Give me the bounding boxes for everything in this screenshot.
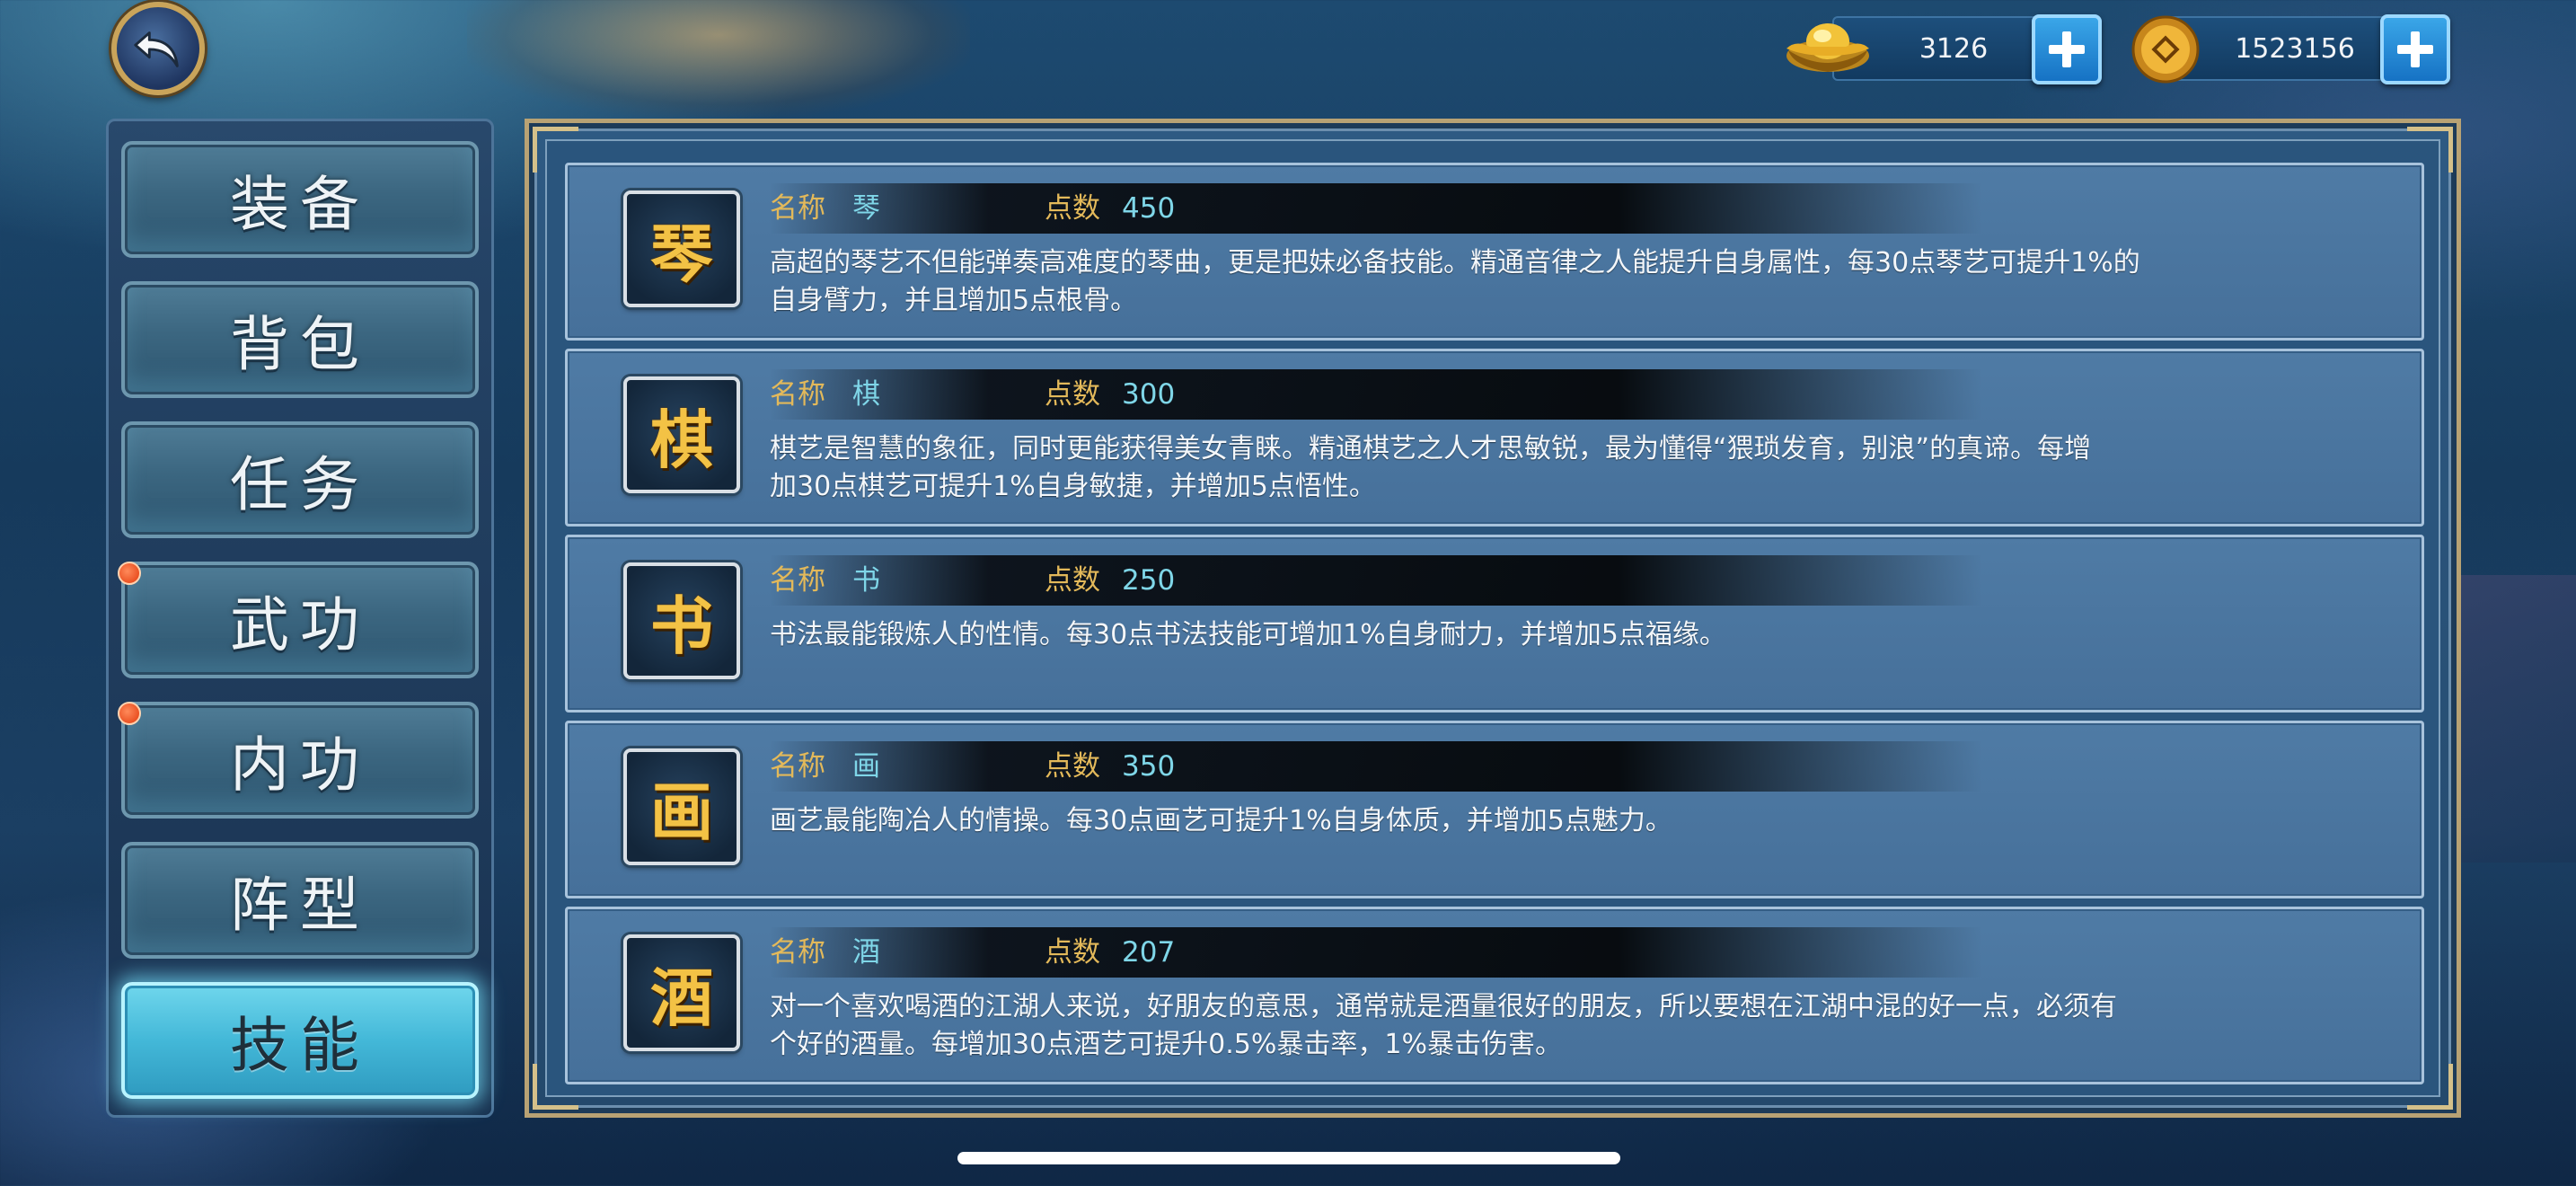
skill-icon-shu: 书	[623, 562, 740, 679]
tab-label: 装备	[230, 170, 370, 239]
tab-label: 技能	[230, 1011, 370, 1080]
skill-name: 棋	[852, 378, 880, 411]
skill-points: 300	[1122, 378, 1176, 411]
skill-header: 名称 酒 点数 207	[770, 927, 1982, 978]
skill-name: 书	[852, 564, 880, 597]
tab-label: 阵型	[230, 871, 370, 940]
skill-header: 名称 书 点数 250	[770, 555, 1982, 606]
skill-row-hua[interactable]: 画 名称 画 点数 350 画艺最能陶冶人的情操。每30点画艺可提升1%自身体质…	[565, 721, 2424, 898]
skill-row-qi[interactable]: 棋 名称 棋 点数 300 棋艺是智慧的象征，同时更能获得美女青睐。精通棋艺之人…	[565, 349, 2424, 527]
skill-row-shu[interactable]: 书 名称 书 点数 250 书法最能锻炼人的性情。每30点书法技能可增加1%自身…	[565, 535, 2424, 712]
back-arrow-icon	[134, 31, 179, 67]
skill-icon-qin: 琴	[623, 190, 740, 307]
plus-icon	[2397, 31, 2433, 67]
skill-description: 书法最能锻炼人的性情。每30点书法技能可增加1%自身耐力，并增加5点福缘。	[770, 619, 1726, 651]
name-label: 名称	[770, 750, 825, 783]
skill-name: 琴	[852, 192, 880, 225]
skill-points: 207	[1122, 936, 1176, 969]
skill-icon-hua: 画	[623, 748, 740, 865]
add-gold-button[interactable]	[2032, 14, 2102, 84]
notification-dot	[118, 562, 141, 585]
tab-label: 内功	[230, 730, 370, 800]
tab-inner-power[interactable]: 内功	[118, 702, 479, 819]
skill-points: 250	[1122, 564, 1176, 597]
back-button[interactable]	[111, 2, 205, 95]
skill-header: 名称 琴 点数 450	[770, 183, 1982, 234]
coin-amount: 1523156	[2235, 32, 2355, 65]
skill-description: 高超的琴艺不但能弹奏高难度的琴曲，更是把妹必备技能。精通音律之人能提升自身属性，…	[770, 247, 2140, 316]
points-label: 点数	[1045, 750, 1100, 783]
notification-dot	[118, 702, 141, 725]
tab-skills[interactable]: 技能	[121, 982, 479, 1099]
tab-label: 武功	[230, 590, 370, 659]
tab-quests[interactable]: 任务	[121, 421, 479, 538]
skill-header: 名称 棋 点数 300	[770, 369, 1982, 420]
skill-row-qin[interactable]: 琴 名称 琴 点数 450 高超的琴艺不但能弹奏高难度的琴曲，更是把妹必备技能。…	[565, 163, 2424, 341]
gold-ingot-icon	[1786, 23, 1869, 72]
tab-label: 背包	[230, 310, 370, 379]
tab-backpack[interactable]: 背包	[121, 281, 479, 398]
points-label: 点数	[1045, 936, 1100, 969]
skill-name: 画	[852, 750, 880, 783]
background-roof-glow	[467, 0, 970, 117]
tab-label: 任务	[230, 450, 370, 519]
gold-amount: 3126	[1919, 32, 1989, 65]
skill-points: 450	[1122, 192, 1176, 225]
name-label: 名称	[770, 936, 825, 969]
points-label: 点数	[1045, 564, 1100, 597]
copper-coin-icon	[2131, 15, 2200, 84]
skill-points: 350	[1122, 750, 1176, 783]
tab-martial-arts[interactable]: 武功	[118, 562, 479, 678]
skill-header: 名称 画 点数 350	[770, 741, 1982, 792]
skill-icon-qi: 棋	[623, 376, 740, 493]
name-label: 名称	[770, 564, 825, 597]
skill-name: 酒	[852, 936, 880, 969]
tab-equipment[interactable]: 装备	[121, 141, 479, 258]
category-sidebar: 装备 背包 任务 武功 内功 阵型 技能	[106, 119, 494, 1118]
name-label: 名称	[770, 378, 825, 411]
skill-description: 对一个喜欢喝酒的江湖人来说，好朋友的意思，通常就是酒量很好的朋友，所以要想在江湖…	[770, 991, 2117, 1060]
skill-icon-jiu: 酒	[623, 934, 740, 1051]
skill-description: 棋艺是智慧的象征，同时更能获得美女青睐。精通棋艺之人才思敏锐，最为懂得“猥琐发育…	[770, 433, 2092, 502]
name-label: 名称	[770, 192, 825, 225]
home-indicator[interactable]	[957, 1152, 1620, 1164]
skill-row-jiu[interactable]: 酒 名称 酒 点数 207 对一个喜欢喝酒的江湖人来说，好朋友的意思，通常就是酒…	[565, 907, 2424, 1084]
skills-panel: 琴 名称 琴 点数 450 高超的琴艺不但能弹奏高难度的琴曲，更是把妹必备技能。…	[525, 119, 2461, 1118]
tab-formation[interactable]: 阵型	[121, 842, 479, 959]
points-label: 点数	[1045, 378, 1100, 411]
add-coins-button[interactable]	[2380, 14, 2450, 84]
plus-icon	[2049, 31, 2085, 67]
skill-description: 画艺最能陶冶人的情操。每30点画艺可提升1%自身体质，并增加5点魅力。	[770, 805, 1672, 836]
points-label: 点数	[1045, 192, 1100, 225]
